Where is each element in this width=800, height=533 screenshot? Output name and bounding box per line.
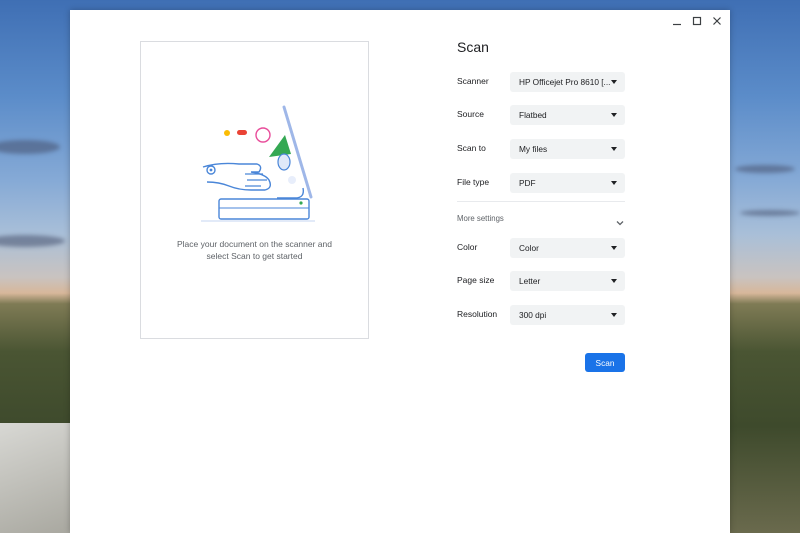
minimize-icon[interactable] xyxy=(670,14,684,28)
scanner-row: Scanner HP Officejet Pro 8610 [... xyxy=(457,72,625,92)
scan-button[interactable]: Scan xyxy=(585,353,625,372)
color-select[interactable]: Color xyxy=(510,238,625,258)
color-row: Color Color xyxy=(457,238,625,258)
resolution-label: Resolution xyxy=(457,309,498,319)
scan-app-window: Place your document on the scanner and s… xyxy=(70,10,730,533)
more-settings-toggle[interactable]: More settings xyxy=(457,212,625,226)
dropdown-arrow-icon xyxy=(611,279,617,283)
dropdown-arrow-icon xyxy=(611,313,617,317)
preview-instructions-line2: select Scan to get started xyxy=(206,251,303,261)
scan-to-row: Scan to My files xyxy=(457,139,625,159)
file-type-row: File type PDF xyxy=(457,173,625,193)
wallpaper-ground xyxy=(0,423,70,533)
scan-to-label: Scan to xyxy=(457,143,486,153)
dropdown-arrow-icon xyxy=(611,80,617,84)
resolution-select[interactable]: 300 dpi xyxy=(510,305,625,325)
wallpaper-cloud xyxy=(0,140,60,154)
page-size-label: Page size xyxy=(457,275,495,285)
color-value: Color xyxy=(519,243,539,253)
page-title: Scan xyxy=(457,39,489,55)
scan-to-select[interactable]: My files xyxy=(510,139,625,159)
wallpaper-cloud xyxy=(0,235,65,247)
dropdown-arrow-icon xyxy=(611,181,617,185)
close-icon[interactable] xyxy=(710,14,724,28)
dropdown-arrow-icon xyxy=(611,246,617,250)
preview-instructions-line1: Place your document on the scanner and xyxy=(177,239,332,249)
chevron-down-icon xyxy=(616,214,624,232)
page-size-value: Letter xyxy=(519,276,541,286)
wallpaper-cloud xyxy=(740,210,800,216)
source-value: Flatbed xyxy=(519,110,547,120)
maximize-icon[interactable] xyxy=(690,14,704,28)
scan-preview-area: Place your document on the scanner and s… xyxy=(140,41,369,339)
resolution-value: 300 dpi xyxy=(519,310,547,320)
preview-instructions: Place your document on the scanner and s… xyxy=(141,238,368,262)
settings-divider xyxy=(457,201,625,202)
source-row: Source Flatbed xyxy=(457,105,625,125)
scanner-select[interactable]: HP Officejet Pro 8610 [... xyxy=(510,72,625,92)
dropdown-arrow-icon xyxy=(611,113,617,117)
wallpaper-cloud xyxy=(735,165,795,173)
scanner-illustration xyxy=(201,105,315,222)
source-label: Source xyxy=(457,109,484,119)
source-select[interactable]: Flatbed xyxy=(510,105,625,125)
scanner-value: HP Officejet Pro 8610 [... xyxy=(519,77,611,87)
color-label: Color xyxy=(457,242,478,252)
page-size-select[interactable]: Letter xyxy=(510,271,625,291)
file-type-value: PDF xyxy=(519,178,536,188)
scan-to-value: My files xyxy=(519,144,548,154)
file-type-label: File type xyxy=(457,177,490,187)
file-type-select[interactable]: PDF xyxy=(510,173,625,193)
dropdown-arrow-icon xyxy=(611,147,617,151)
scanner-label: Scanner xyxy=(457,76,489,86)
more-settings-label: More settings xyxy=(457,214,504,223)
page-size-row: Page size Letter xyxy=(457,271,625,291)
resolution-row: Resolution 300 dpi xyxy=(457,305,625,325)
window-controls xyxy=(670,14,724,28)
